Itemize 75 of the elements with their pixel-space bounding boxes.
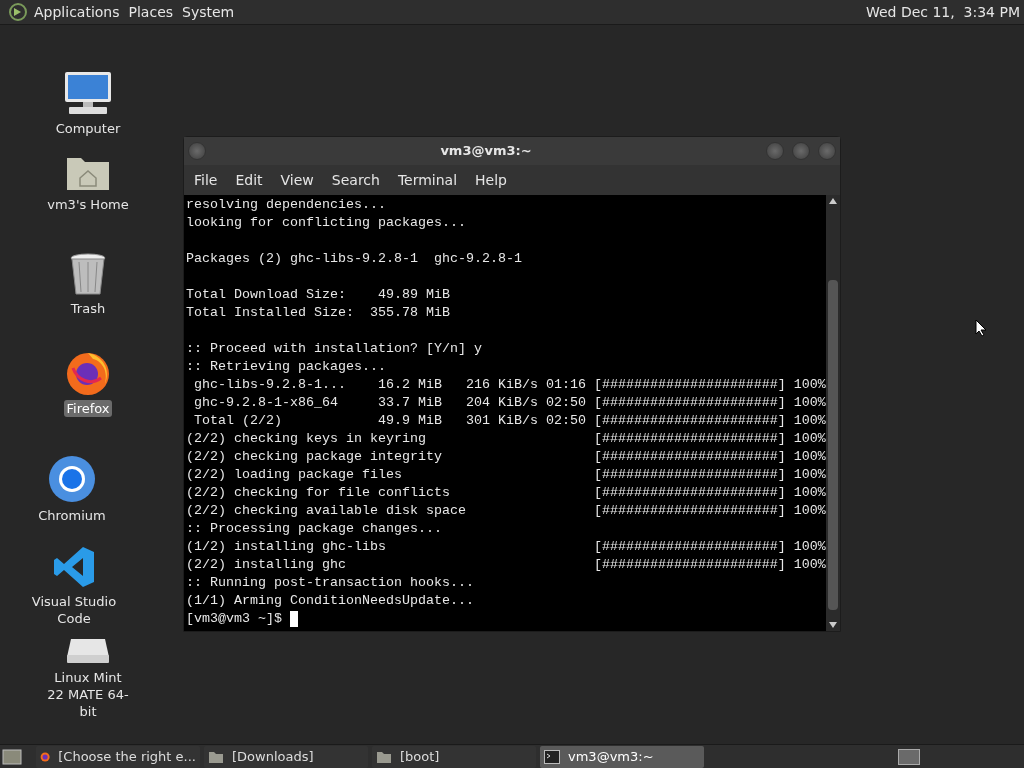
terminal-line: (2/2) installing ghc — [186, 556, 346, 574]
desktop-icon-label[interactable]: Chromium — [36, 507, 108, 524]
desktop-icon-label[interactable]: vm3's Home — [45, 196, 131, 213]
panel-menu[interactable]: System — [182, 1, 235, 23]
desktop-icon-label[interactable]: Linux Mint 22 MATE 64-bit — [43, 669, 133, 720]
terminal-line: resolving dependencies... — [186, 197, 386, 212]
terminal-line: :: Proceed with installation? [Y/n] y — [186, 341, 482, 356]
progress-text: [######################] 100% — [593, 502, 826, 520]
taskbar-item[interactable]: [Downloads] — [204, 745, 368, 768]
menu-logo-icon — [8, 2, 28, 22]
folder-icon — [208, 749, 224, 764]
terminal-line: :: Processing package changes... — [186, 521, 442, 536]
close-button[interactable] — [818, 142, 836, 160]
terminal-line: Total Installed Size: 355.78 MiB — [186, 305, 450, 320]
taskbar-item[interactable]: [boot] — [372, 745, 536, 768]
workspace-switcher[interactable] — [898, 748, 920, 765]
computer-icon — [63, 70, 113, 116]
taskbar-item[interactable]: [Choose the right e... — [36, 745, 200, 768]
scrollbar[interactable] — [826, 195, 840, 631]
terminal-icon — [544, 749, 560, 764]
progress-text: [######################] 100% — [593, 412, 826, 430]
terminal-line: (2/2) loading package files — [186, 466, 402, 484]
window-title: vm3@vm3:~ — [439, 142, 533, 161]
desktop-icon-label[interactable]: Firefox — [64, 400, 112, 417]
terminal-line: :: Running post-transaction hooks... — [186, 575, 474, 590]
mouse-pointer-icon — [975, 319, 987, 337]
progress-text: [######################] 100% — [593, 430, 826, 448]
progress-text: [######################] 100% — [593, 448, 826, 466]
drive-icon — [65, 637, 111, 665]
terminal-line: (2/2) checking package integrity — [186, 448, 442, 466]
progress-text: [######################] 100% — [593, 484, 826, 502]
terminal-line: ghc-9.2.8-1-x86_64 33.7 MiB 204 KiB/s 02:50 — [193, 394, 586, 412]
terminal-line: :: Retrieving packages... — [186, 359, 386, 374]
panel-menu[interactable]: Places — [128, 1, 174, 23]
taskbar-item[interactable]: vm3@vm3:~ — [540, 745, 704, 768]
panel-menu[interactable]: Applications — [34, 1, 120, 23]
terminal-line: looking for conflicting packages... — [186, 215, 466, 230]
menu-item[interactable]: Search — [323, 169, 388, 191]
progress-text: [######################] 100% — [593, 538, 826, 556]
shell-prompt: [vm3@vm3 ~]$ — [186, 610, 282, 628]
desktop-icon-label[interactable]: Visual Studio Code — [29, 593, 119, 627]
firefox-icon — [65, 350, 111, 396]
progress-text: [######################] 100% — [593, 394, 826, 412]
scroll-down-icon[interactable] — [829, 622, 837, 628]
menu-item[interactable]: Edit — [227, 169, 271, 191]
cursor — [290, 611, 298, 627]
progress-text: [######################] 100% — [593, 556, 826, 574]
code-editor-icon — [52, 545, 96, 589]
scroll-up-icon[interactable] — [829, 198, 837, 204]
chromium-icon — [48, 455, 96, 503]
terminal-line: Total (2/2) 49.9 MiB 301 KiB/s 02:50 — [193, 412, 586, 430]
maximize-button[interactable] — [792, 142, 810, 160]
scroll-thumb[interactable] — [828, 280, 838, 610]
terminal-line: ghc-libs-9.2.8-1... 16.2 MiB 216 KiB/s 01:16 — [193, 376, 586, 394]
window-menu-button[interactable] — [188, 142, 206, 160]
menu-item[interactable]: File — [186, 169, 226, 191]
terminal-line: Total Download Size: 49.89 MiB — [186, 287, 450, 302]
show-desktop-icon[interactable] — [2, 747, 22, 766]
minimize-button[interactable] — [766, 142, 784, 160]
terminal-line: (2/2) checking available disk space — [186, 502, 466, 520]
progress-text: [######################] 100% — [593, 376, 826, 394]
terminal-line: (2/2) checking for file conflicts — [186, 484, 450, 502]
trash-icon — [69, 252, 107, 296]
terminal-line: Packages (2) ghc-libs-9.2.8-1 ghc-9.2.8-1 — [186, 251, 522, 266]
menu-item[interactable]: Terminal — [389, 169, 466, 191]
terminal-line: (1/1) Arming ConditionNeedsUpdate... — [186, 593, 474, 608]
progress-text: [######################] 100% — [593, 466, 826, 484]
terminal-line: (2/2) checking keys in keyring — [186, 430, 426, 448]
desktop-icon-label[interactable]: Computer — [53, 120, 123, 137]
menu-item[interactable]: View — [272, 169, 322, 191]
folder-icon — [376, 749, 392, 764]
clock[interactable]: Wed Dec 11, 3:34 PM — [865, 1, 1020, 23]
menu-item[interactable]: Help — [467, 169, 515, 191]
desktop-icon-label[interactable]: Trash — [68, 300, 108, 317]
terminal-line: (1/2) installing ghc-libs — [186, 538, 386, 556]
